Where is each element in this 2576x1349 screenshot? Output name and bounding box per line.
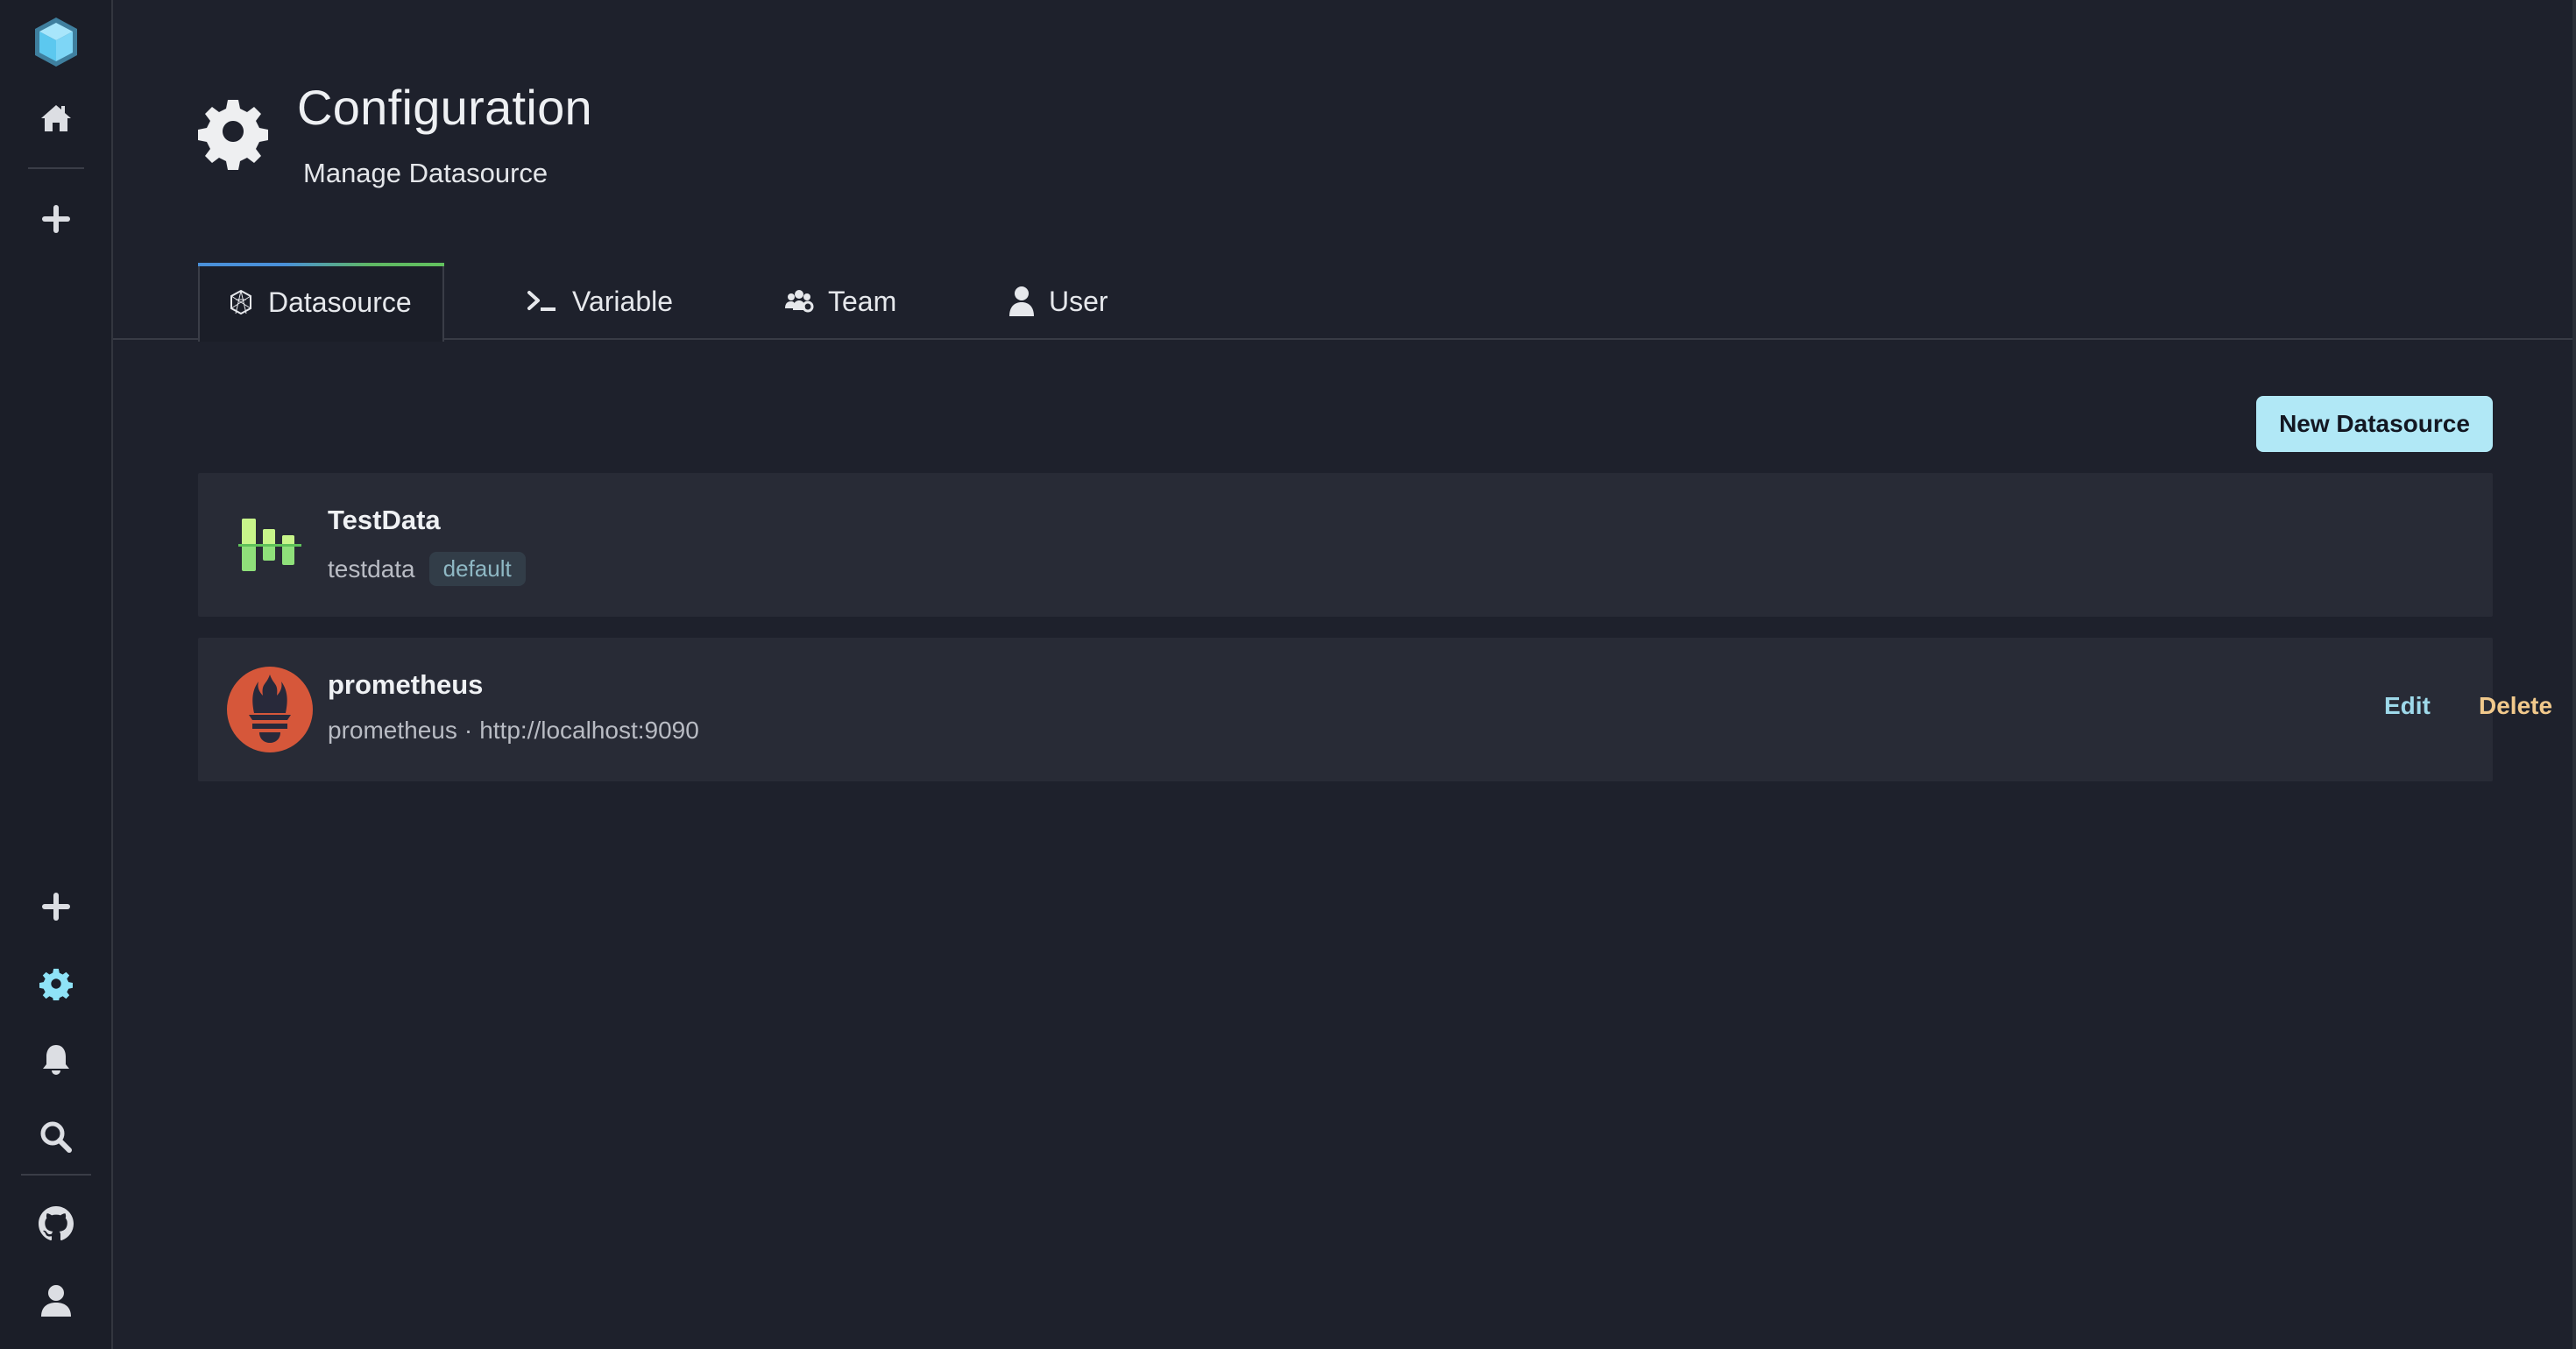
tab-user[interactable]: User (1008, 263, 1108, 340)
new-datasource-button[interactable]: New Datasource (2256, 396, 2493, 452)
sidebar-item-create[interactable] (0, 188, 111, 250)
sidebar-divider (28, 167, 84, 169)
datasource-type: testdata (328, 554, 415, 583)
tab-datasource[interactable]: Datasource (198, 263, 444, 342)
tab-label: User (1049, 285, 1108, 317)
tab-variable[interactable]: Variable (527, 263, 673, 340)
datasource-type: prometheus (328, 717, 457, 744)
datasource-meta: prometheus · http://localhost:9090 (328, 717, 699, 745)
testdata-logo-icon (226, 501, 314, 589)
window-edge (2572, 0, 2576, 1349)
default-badge: default (428, 552, 526, 586)
plus-icon (41, 893, 70, 921)
home-icon (40, 105, 71, 131)
datasource-icon (228, 289, 254, 315)
datasource-row-testdata[interactable]: TestData testdata default (198, 473, 2493, 617)
app-logo[interactable] (0, 11, 111, 73)
sidebar-item-alerts[interactable] (0, 1029, 111, 1091)
team-icon (784, 289, 814, 314)
page-title: Configuration (297, 80, 593, 135)
tab-label: Variable (572, 285, 674, 317)
datasource-name[interactable]: TestData (328, 505, 441, 536)
sidebar-item-profile[interactable] (0, 1270, 111, 1331)
sidebar-item-github[interactable] (0, 1193, 111, 1254)
sidebar-item-add[interactable] (0, 876, 111, 937)
sidebar-divider (21, 1174, 91, 1176)
tab-label: Team (828, 285, 897, 317)
gear-icon (39, 968, 73, 1000)
gear-icon (198, 100, 268, 170)
datasource-url: http://localhost:9090 (479, 717, 699, 744)
sidebar-item-home[interactable] (0, 88, 111, 149)
user-icon (40, 1285, 71, 1317)
meta-separator: · (464, 717, 473, 744)
cube-logo-icon (34, 18, 77, 67)
datasource-row-prometheus[interactable]: prometheus prometheus · http://localhost… (198, 638, 2552, 781)
user-icon (1008, 286, 1035, 317)
sidebar (0, 0, 113, 1349)
page-subtitle: Manage Datasource (303, 158, 548, 188)
terminal-icon (527, 289, 558, 314)
edit-button[interactable]: Edit (2384, 692, 2431, 720)
datasource-name[interactable]: prometheus (328, 669, 483, 701)
tab-team[interactable]: Team (784, 263, 896, 340)
prometheus-logo-icon (226, 666, 314, 753)
datasource-meta: testdata default (328, 552, 526, 586)
plus-icon (41, 205, 70, 233)
delete-button[interactable]: Delete (2479, 692, 2552, 720)
tab-label: Datasource (268, 286, 412, 318)
sidebar-item-search[interactable] (0, 1106, 111, 1168)
main-content: Configuration Manage Datasource Datasour… (113, 0, 2576, 1349)
sidebar-item-configuration[interactable] (0, 953, 111, 1014)
config-tabs: Datasource Variable Team User (113, 263, 2576, 342)
github-icon (38, 1206, 74, 1241)
search-icon (40, 1121, 72, 1153)
header (198, 93, 268, 170)
bell-icon (42, 1045, 69, 1075)
